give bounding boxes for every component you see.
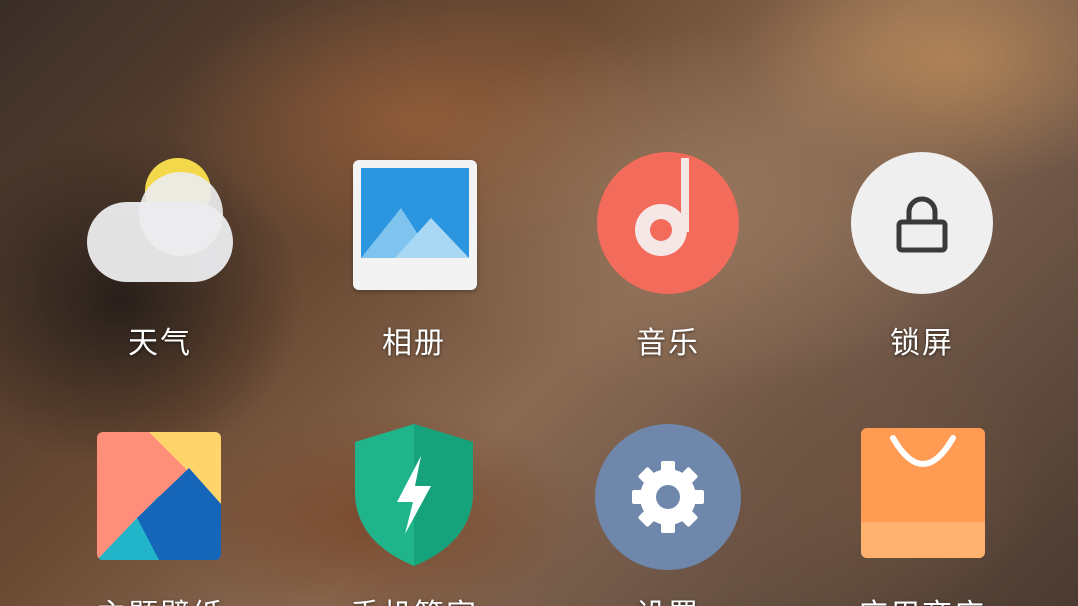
gallery-icon xyxy=(341,150,487,296)
app-gallery[interactable]: 相册 xyxy=(324,150,504,362)
app-lockscreen[interactable]: 锁屏 xyxy=(832,150,1012,362)
app-label: 天气 xyxy=(128,326,192,361)
app-music[interactable]: 音乐 xyxy=(578,150,758,362)
app-store-bag-icon xyxy=(849,422,995,568)
theme-wallpaper-icon xyxy=(87,422,233,568)
app-label: 相册 xyxy=(382,326,446,361)
app-store[interactable]: 应用商店 xyxy=(832,422,1012,606)
weather-icon xyxy=(87,150,233,296)
app-label: 主题壁纸 xyxy=(70,590,250,606)
app-label: 音乐 xyxy=(636,326,700,361)
app-theme-wallpaper[interactable]: 主题壁纸 xyxy=(70,422,250,606)
home-screen: 天气 相册 音乐 锁屏 xyxy=(0,0,1078,606)
music-icon xyxy=(595,150,741,296)
security-shield-icon xyxy=(341,422,487,568)
app-phone-manager[interactable]: 手机管家 xyxy=(324,422,504,606)
lock-icon xyxy=(849,150,995,296)
app-label: 设置 xyxy=(578,590,758,606)
app-settings[interactable]: 设置 xyxy=(578,422,758,606)
settings-gear-icon xyxy=(595,422,741,570)
app-label: 锁屏 xyxy=(890,326,954,361)
app-weather[interactable]: 天气 xyxy=(70,150,250,362)
app-label: 应用商店 xyxy=(832,590,1012,606)
app-label: 手机管家 xyxy=(324,590,504,606)
